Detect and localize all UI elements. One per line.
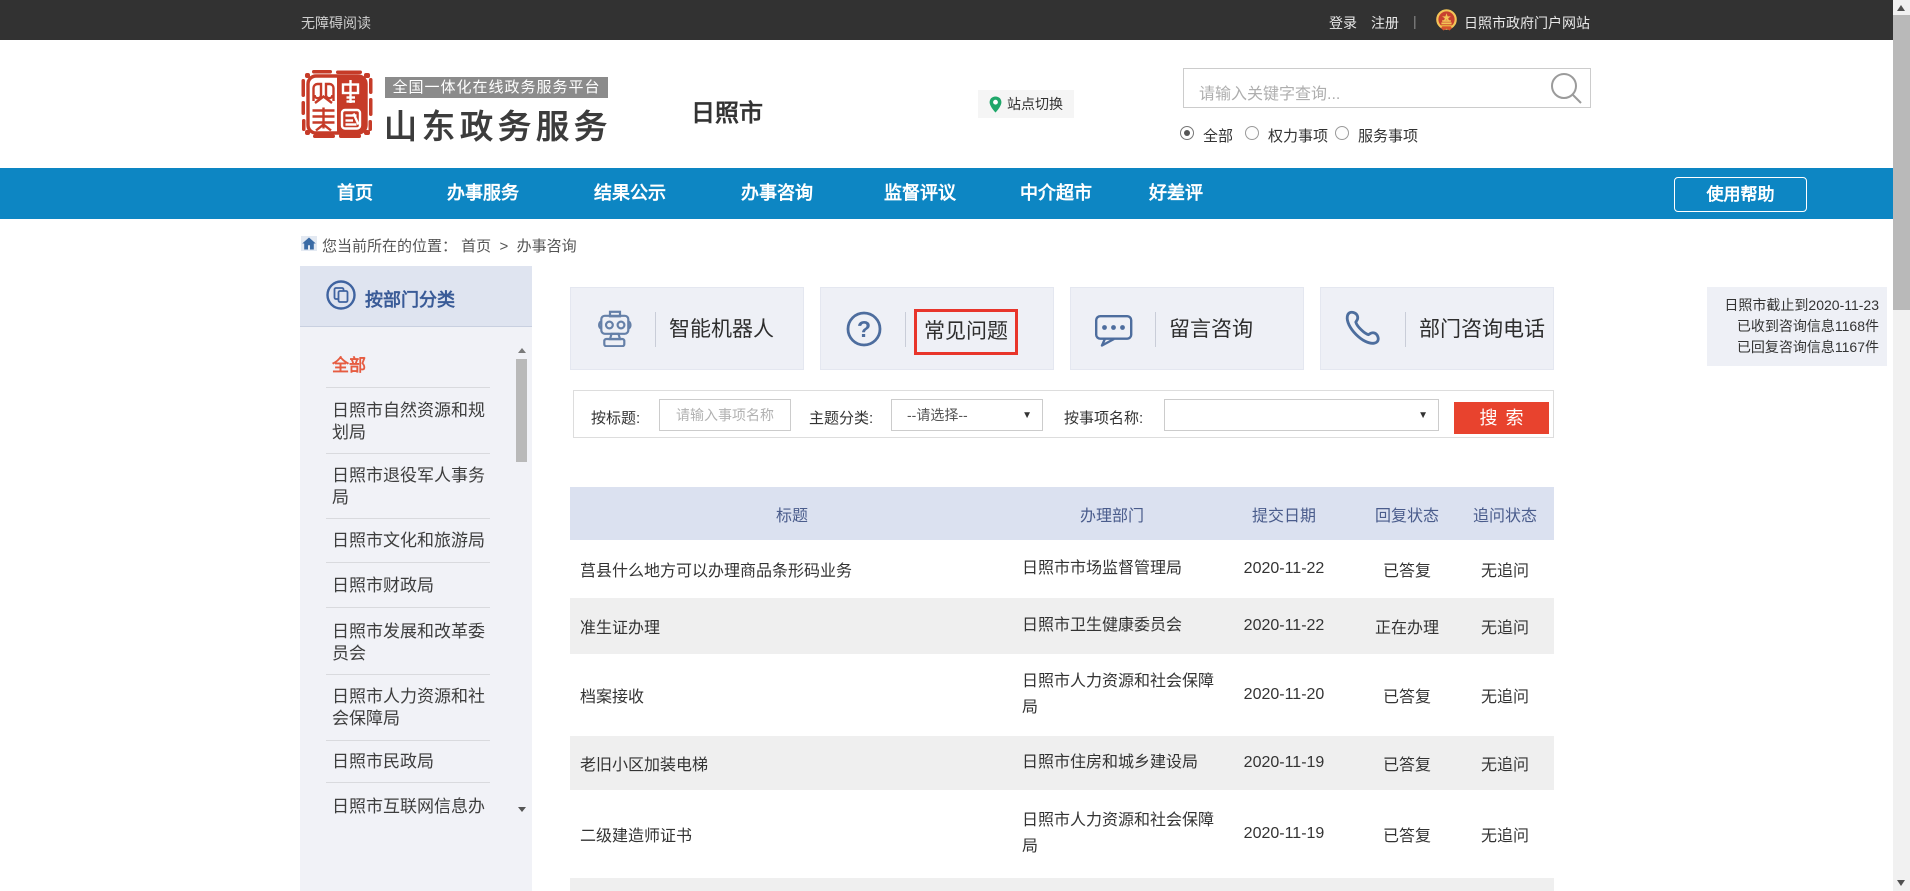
svg-text:?: ? bbox=[857, 316, 871, 342]
